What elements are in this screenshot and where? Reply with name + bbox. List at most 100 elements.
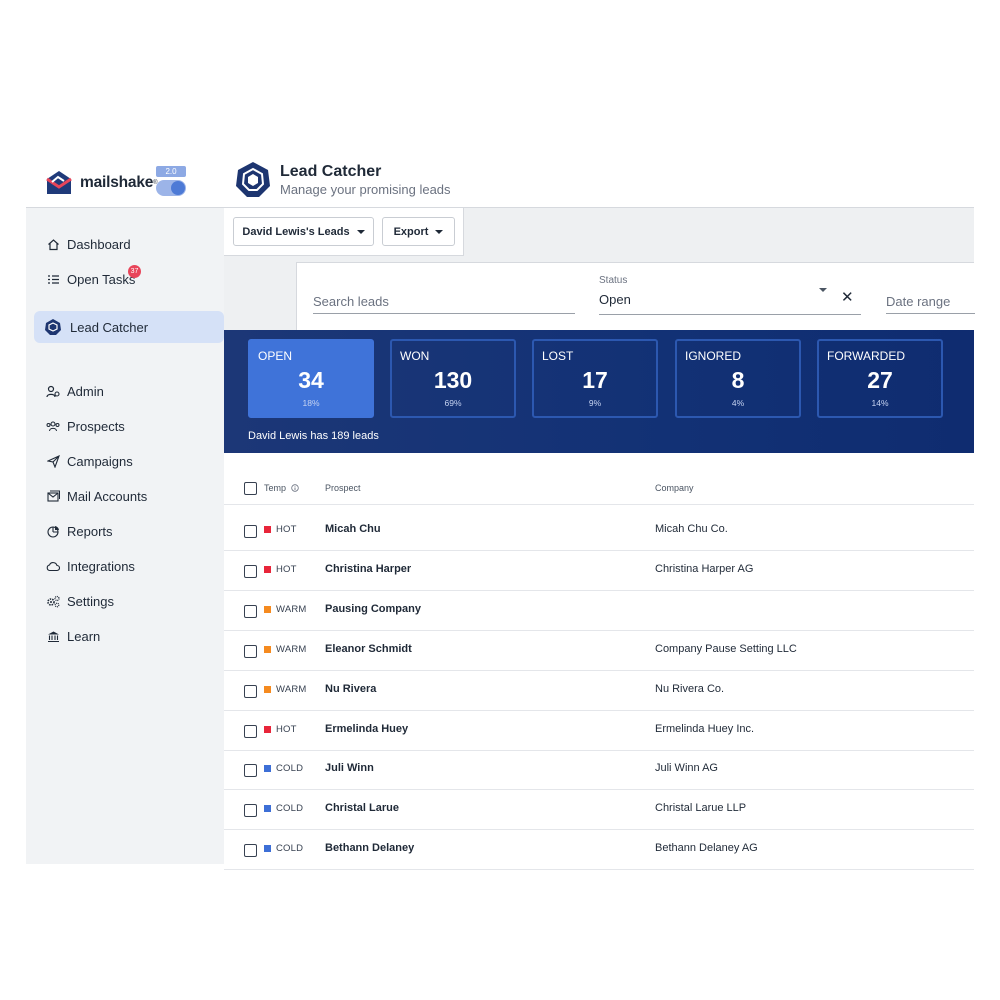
main-content: David Lewis's Leads Export Status Open ✕… (224, 208, 975, 871)
prospect-name[interactable]: Juli Winn (325, 762, 374, 774)
sidebar-item-label: Admin (67, 383, 104, 399)
stat-value: 130 (433, 367, 473, 393)
sidebar-item-lead-catcher[interactable]: Lead Catcher (34, 311, 224, 343)
temperature-label: COLD (276, 763, 304, 775)
sidebar-item-campaigns[interactable]: Campaigns (26, 445, 224, 477)
temperature-label: COLD (276, 843, 304, 855)
prospect-name[interactable]: Pausing Company (325, 603, 421, 615)
stat-value: 34 (298, 367, 324, 393)
sidebar-item-label: Lead Catcher (70, 319, 149, 335)
temperature-label: HOT (276, 563, 297, 575)
table-row[interactable]: HOT Ermelinda Huey Ermelinda Huey Inc. (224, 711, 974, 751)
table-row[interactable]: WARM Eleanor Schmidt Company Pause Setting… (224, 631, 974, 671)
stat-label: LOST (542, 349, 574, 363)
lead-catcher-logo-icon (236, 162, 270, 197)
export-button[interactable]: Export (382, 217, 455, 246)
sidebar-item-label: Prospects (67, 418, 125, 434)
sidebar-item-admin[interactable]: Admin (26, 375, 224, 407)
version-toggle[interactable] (156, 180, 186, 196)
leads-owner-dropdown[interactable]: David Lewis's Leads (233, 217, 374, 246)
stat-card-forwarded[interactable]: FORWARDED 27 14% (817, 339, 943, 418)
temperature-label: WARM (276, 643, 307, 655)
row-checkbox[interactable] (244, 684, 257, 698)
prospect-name[interactable]: Nu Rivera (325, 683, 376, 695)
mailshake-logo[interactable]: mailshake ® 2.0 (44, 165, 194, 201)
status-value: Open (599, 292, 631, 307)
row-checkbox[interactable] (244, 604, 257, 618)
stat-card-lost[interactable]: LOST 17 9% (532, 339, 658, 418)
sidebar-item-label: Campaigns (67, 453, 133, 469)
temperature-indicator (264, 685, 271, 693)
row-checkbox[interactable] (244, 644, 257, 658)
prospect-name[interactable]: Christina Harper (325, 563, 411, 575)
stat-label: FORWARDED (827, 349, 905, 363)
temperature-label: HOT (276, 524, 297, 535)
table-row[interactable]: HOT Christina Harper Christina Harper AG (224, 551, 974, 591)
sidebar-item-label: Settings (67, 593, 114, 609)
column-header-temp[interactable]: Temp (264, 483, 299, 493)
prospect-name[interactable]: Eleanor Schmidt (325, 643, 412, 655)
prospect-name[interactable]: Ermelinda Huey (325, 723, 408, 735)
sidebar-item-prospects[interactable]: Prospects (26, 410, 224, 442)
temperature-indicator (264, 725, 271, 733)
info-icon[interactable] (290, 484, 299, 492)
table-row[interactable]: COLD Juli Winn Juli Winn AG (224, 750, 974, 791)
sidebar-item-mail-accounts[interactable]: Mail Accounts (26, 480, 224, 512)
select-all-checkbox[interactable] (244, 482, 257, 495)
prospect-name[interactable]: Micah Chu (325, 523, 381, 535)
temperature-indicator (264, 765, 271, 773)
leads-total-text: David Lewis has 189 leads (248, 430, 379, 442)
sidebar-item-dashboard[interactable]: Dashboard (26, 228, 224, 260)
company-name: Christal Larue LLP (655, 802, 747, 815)
status-select[interactable]: Status Open ✕ (599, 271, 861, 315)
sidebar-item-settings[interactable]: Settings (26, 585, 224, 617)
table-row[interactable]: COLD Bethann Delaney Bethann Delaney AG (224, 830, 974, 871)
sidebar-item-learn[interactable]: Learn (26, 620, 224, 652)
prospect-name[interactable]: Bethann Delaney (325, 842, 414, 854)
row-checkbox[interactable] (244, 564, 257, 578)
filter-bar: Status Open ✕ (296, 262, 975, 330)
open-tasks-badge: 37 (128, 265, 141, 278)
chevron-down-icon[interactable] (819, 288, 827, 292)
prospect-name[interactable]: Christal Larue (325, 802, 399, 814)
sidebar-item-reports[interactable]: Reports (26, 515, 224, 547)
date-range-input[interactable] (886, 286, 975, 314)
column-header-prospect[interactable]: Prospect (325, 483, 361, 493)
version-badge: 2.0 (156, 166, 186, 177)
company-name: Ermelinda Huey Inc. (655, 722, 755, 735)
people-icon (46, 419, 60, 433)
clear-status-icon[interactable]: ✕ (841, 290, 854, 305)
version-switch[interactable]: 2.0 (156, 166, 186, 196)
stat-value: 8 (731, 367, 745, 393)
toolbar-button-panel: David Lewis's Leads Export (224, 208, 464, 256)
table-row[interactable]: WARM Pausing Company (224, 591, 974, 631)
stat-percent: 4% (731, 398, 745, 408)
row-checkbox[interactable] (244, 724, 257, 738)
search-input[interactable] (313, 286, 575, 314)
stat-label: OPEN (258, 349, 293, 363)
table-row[interactable]: COLD Christal Larue Christal Larue LLP (224, 790, 974, 831)
stats-banner: OPEN 34 18% WON 130 69% LOST 17 9% IGNOR… (224, 330, 974, 453)
home-icon (46, 237, 60, 251)
lead-catcher-icon (44, 318, 62, 336)
stat-card-won[interactable]: WON 130 69% (390, 339, 516, 418)
temperature-label: WARM (276, 683, 307, 695)
table-row[interactable]: HOT Micah Chu Micah Chu Co. (224, 511, 974, 551)
stat-card-ignored[interactable]: IGNORED 8 4% (675, 339, 801, 418)
column-header-company[interactable]: Company (655, 483, 694, 493)
row-checkbox[interactable] (244, 764, 257, 778)
temperature-indicator (264, 605, 271, 613)
stat-percent: 18% (302, 398, 320, 408)
row-checkbox[interactable] (244, 804, 257, 818)
row-checkbox[interactable] (244, 525, 257, 538)
row-checkbox[interactable] (244, 844, 257, 858)
sidebar-item-integrations[interactable]: Integrations (26, 550, 224, 582)
company-name: Company Pause Setting LLC (655, 642, 797, 655)
sidebar: Dashboard Open Tasks 37 Lead Catcher Adm… (26, 208, 224, 864)
company-name: Micah Chu Co. (655, 523, 728, 535)
stat-card-open[interactable]: OPEN 34 18% (248, 339, 374, 418)
mail-accounts-icon (46, 489, 60, 503)
sidebar-item-open-tasks[interactable]: Open Tasks 37 (26, 263, 224, 295)
temperature-indicator (264, 845, 271, 853)
table-row[interactable]: WARM Nu Rivera Nu Rivera Co. (224, 671, 974, 711)
